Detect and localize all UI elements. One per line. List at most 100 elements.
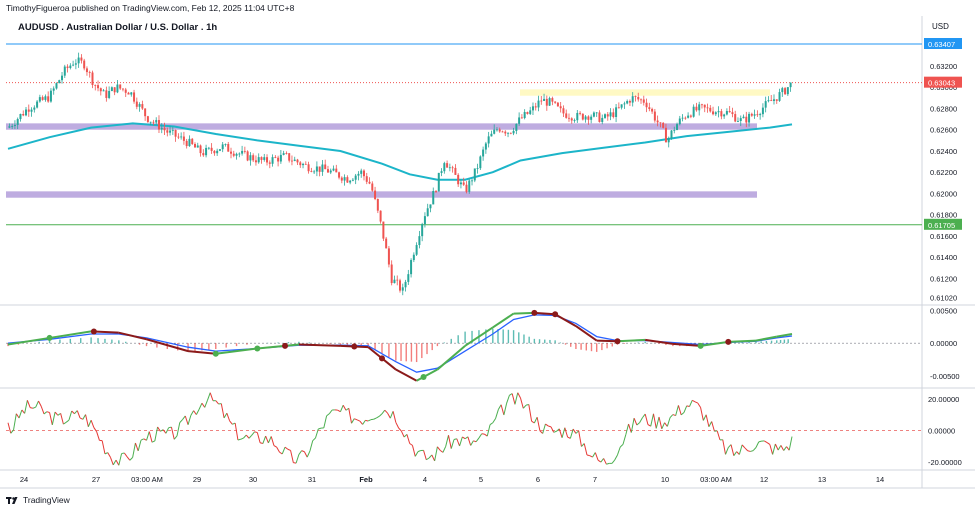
candle-body xyxy=(293,159,296,161)
candle-body xyxy=(590,116,593,120)
candle-body xyxy=(246,151,249,161)
price-tick-label: 0.61200 xyxy=(930,274,957,283)
osc-line-segment xyxy=(766,442,771,445)
osc-line-segment xyxy=(453,438,457,440)
osc-line-segment xyxy=(312,437,316,442)
osc-line-segment xyxy=(722,439,727,455)
candle-body xyxy=(227,144,230,152)
candle-body xyxy=(61,75,64,81)
macd-cross-dot xyxy=(254,345,261,352)
candle-body xyxy=(789,82,792,88)
candle-body xyxy=(80,57,83,61)
osc-line-segment xyxy=(564,427,569,438)
candle-body xyxy=(415,245,418,255)
macd-histogram-bar xyxy=(590,343,593,352)
macd-cross-dot xyxy=(46,334,53,341)
candle-body xyxy=(121,88,124,90)
osc-line-segment xyxy=(13,413,17,431)
osc-line-segment xyxy=(417,450,421,453)
osc-line-segment xyxy=(711,421,715,432)
candle-body xyxy=(676,124,679,130)
candle-body xyxy=(410,260,413,275)
candle-body xyxy=(476,168,479,169)
candle-body xyxy=(252,155,255,161)
candle-body xyxy=(238,153,241,155)
price-tick-label: 0.62400 xyxy=(930,147,957,156)
candle-body xyxy=(288,153,291,161)
osc-line-segment xyxy=(339,405,344,412)
macd-histogram-bar xyxy=(523,334,525,344)
footer-brand[interactable]: TradingView xyxy=(6,495,70,505)
osc-line-segment xyxy=(758,440,762,443)
osc-line-segment xyxy=(400,430,405,438)
osc-line-segment xyxy=(68,410,73,421)
osc-line-segment xyxy=(764,440,768,443)
osc-line-segment xyxy=(240,437,244,440)
osc-line-segment xyxy=(581,443,585,447)
candle-body xyxy=(94,84,97,86)
candle-body xyxy=(501,131,504,133)
oscillator-panel[interactable] xyxy=(6,392,922,466)
osc-line-segment xyxy=(600,458,605,463)
osc-line-segment xyxy=(85,414,89,427)
osc-line-segment xyxy=(741,444,746,449)
macd-histogram-bar xyxy=(464,331,466,344)
osc-line-segment xyxy=(328,409,333,414)
candle-body xyxy=(471,180,474,182)
candle-body xyxy=(152,121,155,123)
macd-panel[interactable] xyxy=(6,309,922,382)
candle-body xyxy=(390,264,393,284)
candle-body xyxy=(221,144,224,150)
macd-line-segment xyxy=(118,331,147,341)
osc-line-segment xyxy=(356,419,361,422)
osc-line-segment xyxy=(572,428,577,434)
osc-line-segment xyxy=(409,443,413,446)
osc-line-segment xyxy=(35,400,39,408)
osc-line-segment xyxy=(362,420,366,425)
time-tick-label: 03:00 AM xyxy=(131,475,163,484)
candle-body xyxy=(421,224,424,237)
osc-line-segment xyxy=(642,413,646,419)
candle-body xyxy=(105,90,108,98)
price-label-text: 0.63043 xyxy=(928,79,955,88)
candle-body xyxy=(551,98,554,102)
osc-line-segment xyxy=(786,446,790,451)
candle-body xyxy=(692,106,695,117)
candle-body xyxy=(628,101,631,103)
osc-line-segment xyxy=(733,451,738,456)
osc-line-segment xyxy=(442,446,447,453)
osc-line-segment xyxy=(716,430,721,441)
candle-body xyxy=(772,99,775,101)
candle-body xyxy=(321,164,324,172)
candle-body xyxy=(767,100,770,102)
osc-line-segment xyxy=(398,427,402,432)
candle-body xyxy=(615,107,618,117)
candle-body xyxy=(634,96,637,97)
candle-body xyxy=(479,156,482,169)
candle-body xyxy=(579,112,582,114)
candle-body xyxy=(116,84,119,93)
osc-line-segment xyxy=(650,413,654,427)
osc-line-segment xyxy=(539,430,544,434)
candle-body xyxy=(241,150,244,154)
candle-body xyxy=(695,106,698,111)
chart-canvas[interactable]: 0.632000.630000.628000.626000.624000.622… xyxy=(0,0,975,490)
osc-line-segment xyxy=(655,416,660,429)
macd-histogram-bar xyxy=(443,342,446,344)
price-panel[interactable] xyxy=(6,43,922,296)
candle-body xyxy=(8,126,11,128)
macd-histogram-bar xyxy=(457,335,459,344)
candle-body xyxy=(567,117,570,119)
macd-histogram-bar xyxy=(450,338,452,344)
candle-body xyxy=(196,145,199,148)
macd-line-segment xyxy=(575,325,598,342)
macd-histogram-bar xyxy=(138,343,141,345)
osc-line-segment xyxy=(644,413,649,425)
osc-line-segment xyxy=(633,417,638,426)
osc-line-segment xyxy=(708,421,713,428)
macd-cross-dot xyxy=(420,374,427,381)
osc-line-segment xyxy=(622,434,627,445)
osc-line-segment xyxy=(18,409,23,419)
macd-histogram-bar xyxy=(80,338,82,344)
candle-body xyxy=(401,287,404,291)
